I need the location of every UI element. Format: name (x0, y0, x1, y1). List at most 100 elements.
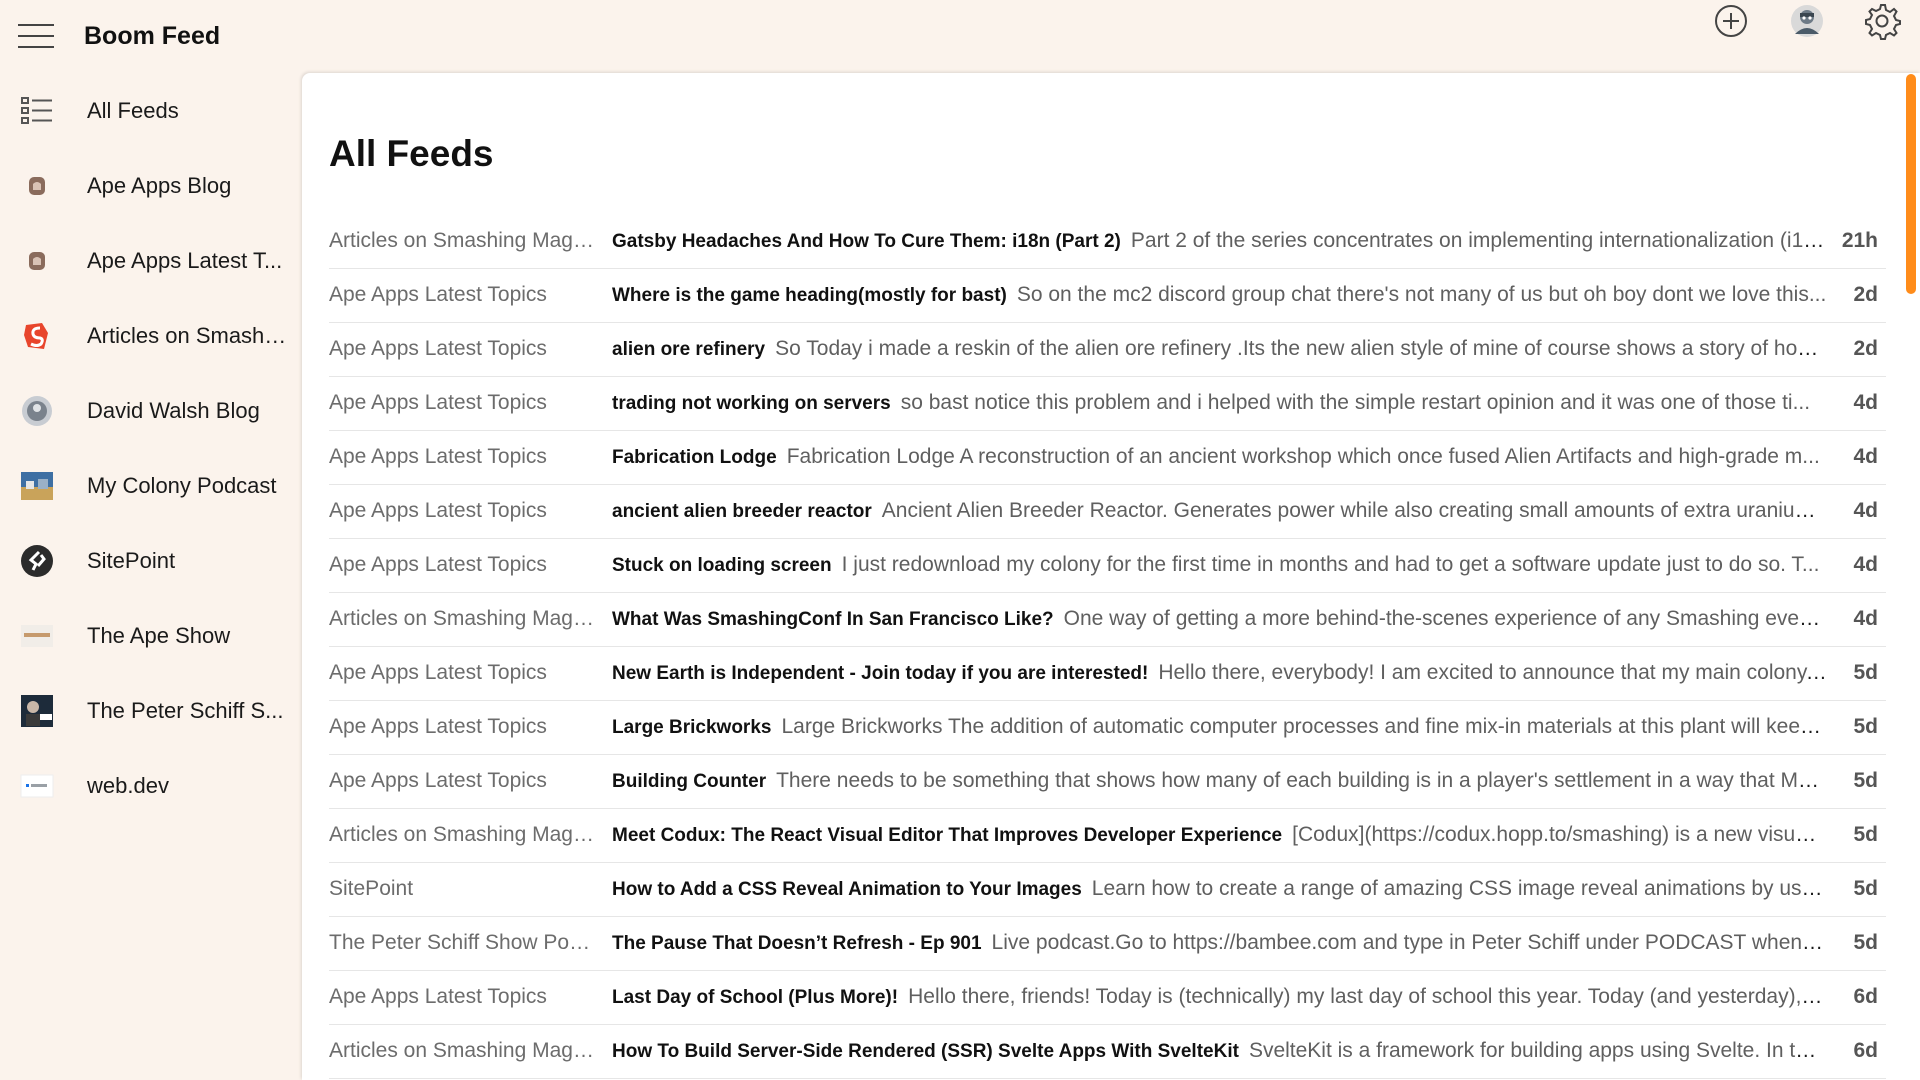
sidebar-item-label: The Ape Show (87, 623, 231, 648)
feed-item-title: Last Day of School (Plus More)! (612, 987, 899, 1008)
sitepoint-icon (20, 544, 54, 578)
feed-item-age: 4d (1853, 391, 1878, 414)
feed-item-snippet: There needs to be something that shows h… (776, 769, 1827, 792)
feed-item-title: trading not working on servers (612, 393, 891, 414)
sidebar-item-ape-apps-blog[interactable]: Ape Apps Blog (0, 149, 300, 224)
feed-row[interactable]: Ape Apps Latest Topics trading not workin… (329, 377, 1886, 431)
feed-source: Ape Apps Latest Topics (329, 661, 547, 684)
user-avatar-button[interactable] (1786, 0, 1828, 42)
feed-source: Ape Apps Latest Topics (329, 985, 547, 1008)
feed-item-title: How to Add a CSS Reveal Animation to You… (612, 879, 1082, 900)
feed-row[interactable]: Ape Apps Latest Topics New Earth is Indep… (329, 647, 1886, 701)
feed-row[interactable]: Ape Apps Latest Topics Fabrication Lodge F… (329, 431, 1886, 485)
sidebar-item-smashing[interactable]: Articles on Smashi... (0, 299, 300, 374)
feed-item-title: Gatsby Headaches And How To Cure Them: i… (612, 231, 1121, 252)
sidebar-item-label: web.dev (87, 773, 169, 798)
feed-text: Where is the game heading(mostly for bas… (612, 283, 1827, 307)
feed-item-snippet: Hello there, everybody! I am excited to … (1158, 661, 1827, 684)
sidebar-item-my-colony-podcast[interactable]: My Colony Podcast (0, 449, 300, 524)
feed-row[interactable]: Ape Apps Latest Topics Stuck on loading s… (329, 539, 1886, 593)
feed-item-title: Fabrication Lodge (612, 447, 777, 468)
feed-text: alien ore refinery So Today i made a resk… (612, 337, 1827, 361)
feed-source: Ape Apps Latest Topics (329, 553, 547, 576)
sidebar-item-ape-show[interactable]: The Ape Show (0, 599, 300, 674)
ape-apps-icon (20, 244, 54, 278)
plus-circle-icon (1715, 5, 1747, 37)
feed-list: Articles on Smashing Maga... Gatsby Heada… (329, 215, 1886, 1079)
feed-item-age: 5d (1853, 877, 1878, 900)
feed-item-age: 4d (1853, 607, 1878, 630)
feed-row[interactable]: Ape Apps Latest Topics ancient alien bree… (329, 485, 1886, 539)
feed-item-snippet: Fabrication Lodge A reconstruction of an… (786, 445, 1820, 468)
feed-item-snippet: [Codux](https://codux.hopp.to/smashing) … (1292, 823, 1827, 846)
feed-item-age: 4d (1853, 445, 1878, 468)
sidebar-item-david-walsh[interactable]: David Walsh Blog (0, 374, 300, 449)
feed-row[interactable]: SitePoint How to Add a CSS Reveal Animati… (329, 863, 1886, 917)
top-bar: Boom Feed (0, 0, 1920, 74)
feed-item-snippet: SvelteKit is a framework for building ap… (1248, 1039, 1827, 1062)
feed-text: Building Counter There needs to be someth… (612, 769, 1827, 793)
sidebar-item-label: My Colony Podcast (87, 473, 277, 498)
feed-source: Ape Apps Latest Topics (329, 499, 547, 522)
feed-item-age: 5d (1853, 661, 1878, 684)
ape-apps-icon (20, 169, 54, 203)
scrollbar-thumb[interactable] (1906, 74, 1916, 294)
feed-item-title: Building Counter (612, 771, 767, 792)
feed-row[interactable]: Articles on Smashing Maga... How To Build… (329, 1025, 1886, 1079)
feed-row[interactable]: Articles on Smashing Maga... Gatsby Heada… (329, 215, 1886, 269)
feed-row[interactable]: Ape Apps Latest Topics Where is the game … (329, 269, 1886, 323)
add-feed-button[interactable] (1710, 0, 1752, 42)
feed-item-title: ancient alien breeder reactor (612, 501, 872, 522)
feed-source: Articles on Smashing Maga... (329, 1039, 599, 1062)
feed-source: Ape Apps Latest Topics (329, 337, 547, 360)
feed-source: Articles on Smashing Maga... (329, 229, 599, 252)
feed-text: Last Day of School (Plus More)! Hello the… (612, 985, 1827, 1009)
feed-row[interactable]: Articles on Smashing Maga... Meet Codux: … (329, 809, 1886, 863)
feed-row[interactable]: Ape Apps Latest Topics alien ore refinery… (329, 323, 1886, 377)
feed-source: Ape Apps Latest Topics (329, 769, 547, 792)
feed-row[interactable]: Articles on Smashing Maga... What Was Sma… (329, 593, 1886, 647)
feed-row[interactable]: Ape Apps Latest Topics Building Counter Th… (329, 755, 1886, 809)
feed-item-snippet: Learn how to create a range of amazing C… (1091, 877, 1827, 900)
feed-item-age: 4d (1853, 553, 1878, 576)
feed-item-age: 5d (1853, 769, 1878, 792)
settings-button[interactable] (1861, 0, 1903, 42)
sidebar-item-label: Ape Apps Latest T... (87, 248, 283, 273)
feed-item-title: The Pause That Doesn’t Refresh - Ep 901 (612, 933, 982, 954)
feed-text: Meet Codux: The React Visual Editor That… (612, 823, 1827, 847)
feed-item-age: 6d (1853, 985, 1878, 1008)
user-avatar-icon (1791, 5, 1823, 37)
feed-text: How to Add a CSS Reveal Animation to You… (612, 877, 1827, 901)
page-title: All Feeds (329, 133, 494, 174)
feed-row[interactable]: Ape Apps Latest Topics Last Day of School… (329, 971, 1886, 1025)
sidebar-item-label: All Feeds (87, 98, 179, 123)
main-panel: All Feeds Articles on Smashing Maga... Ga… (302, 73, 1920, 1080)
sidebar-item-peter-schiff[interactable]: The Peter Schiff S... (0, 674, 300, 749)
feed-text: Stuck on loading screen I just redownload… (612, 553, 1827, 577)
feed-row[interactable]: Ape Apps Latest Topics Large Brickworks La… (329, 701, 1886, 755)
sidebar-item-all-feeds[interactable]: All Feeds (0, 74, 300, 149)
feed-item-snippet: So Today i made a reskin of the alien or… (775, 337, 1827, 360)
feed-source: Articles on Smashing Maga... (329, 823, 599, 846)
feed-row[interactable]: The Peter Schiff Show Podc... The Pause T… (329, 917, 1886, 971)
hamburger-menu-icon[interactable] (18, 22, 56, 50)
feed-item-title: New Earth is Independent - Join today if… (612, 663, 1149, 684)
feed-item-age: 5d (1853, 823, 1878, 846)
feed-text: New Earth is Independent - Join today if… (612, 661, 1827, 685)
feed-item-snippet: So on the mc2 discord group chat there's… (1016, 283, 1827, 306)
sidebar-item-ape-apps-latest[interactable]: Ape Apps Latest T... (0, 224, 300, 299)
feed-item-snippet: Part 2 of the series concentrates on imp… (1130, 229, 1827, 252)
feed-text: Fabrication Lodge Fabrication Lodge A rec… (612, 445, 1827, 469)
sidebar-item-web-dev[interactable]: web.dev (0, 749, 300, 824)
ape-show-icon (20, 619, 54, 653)
smashing-magazine-icon (20, 319, 54, 353)
app-title: Boom Feed (84, 22, 221, 50)
feed-source: Articles on Smashing Maga... (329, 607, 599, 630)
list-icon (20, 94, 54, 128)
sidebar-item-sitepoint[interactable]: SitePoint (0, 524, 300, 599)
sidebar-item-label: Ape Apps Blog (87, 173, 232, 198)
feed-item-snippet: I just redownload my colony for the firs… (841, 553, 1820, 576)
web-dev-icon (20, 769, 54, 803)
sidebar-item-label: Articles on Smashi... (87, 323, 287, 348)
feed-source: Ape Apps Latest Topics (329, 391, 547, 414)
